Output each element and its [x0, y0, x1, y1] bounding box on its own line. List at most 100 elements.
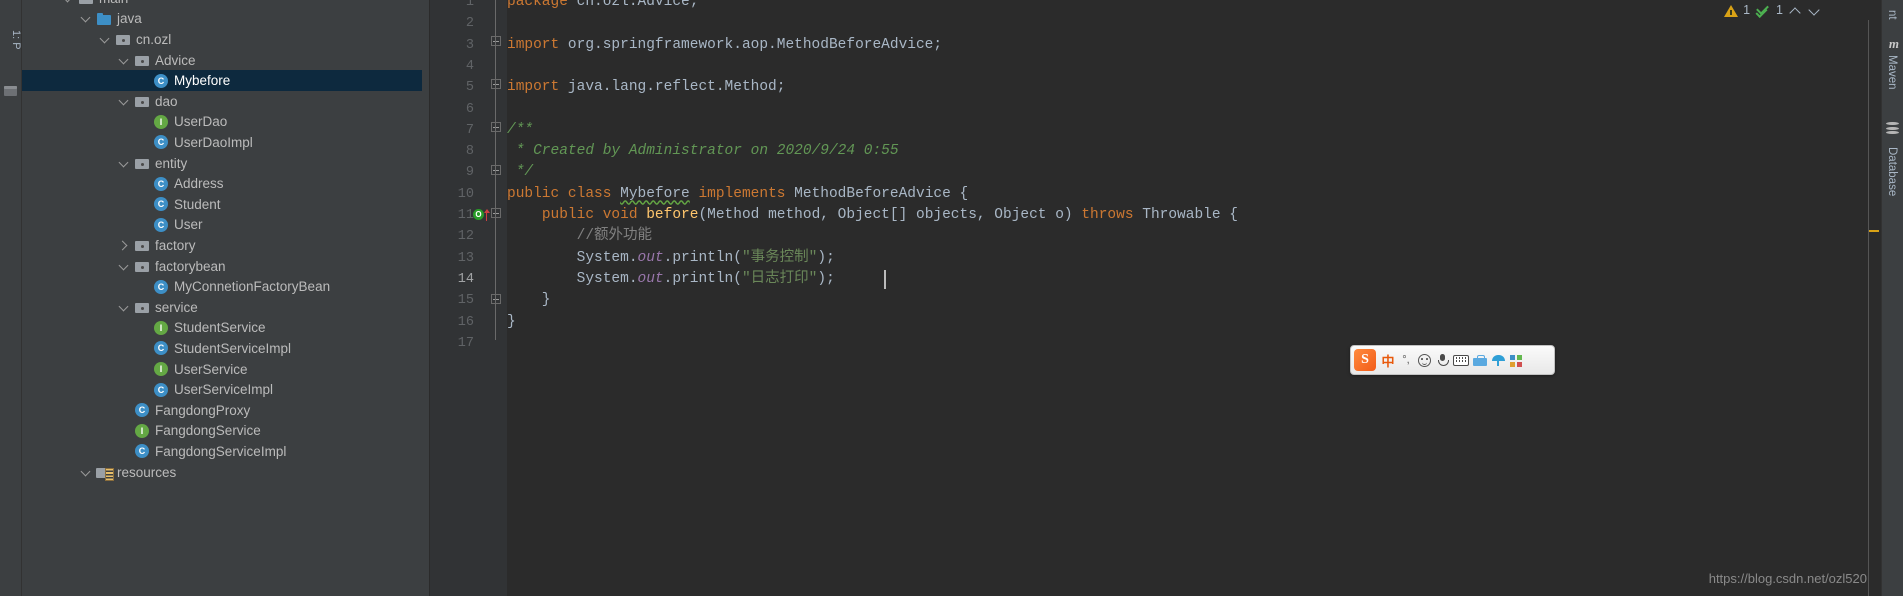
- line-number-7[interactable]: 7: [430, 120, 474, 141]
- code-line-5[interactable]: import java.lang.reflect.Method;: [507, 77, 1881, 98]
- overriding-method-marker[interactable]: O: [473, 208, 490, 222]
- chevron-down-icon[interactable]: [118, 260, 131, 273]
- code-line-16[interactable]: }: [507, 312, 1881, 333]
- tree-editor-splitter[interactable]: [422, 0, 430, 596]
- line-number-1[interactable]: 1: [430, 0, 474, 13]
- tree-item-service[interactable]: service: [22, 297, 422, 318]
- skin-icon[interactable]: [1489, 349, 1507, 371]
- code-line-14[interactable]: System.out.println("日志打印");: [507, 269, 1881, 290]
- chevron-down-icon[interactable]: [1807, 3, 1821, 17]
- code-line-1[interactable]: package cn.ozl.Advice;: [507, 0, 1881, 13]
- code-line-2[interactable]: [507, 13, 1881, 34]
- tree-item-studentservice[interactable]: StudentService: [22, 318, 422, 339]
- line-number-10[interactable]: 10: [430, 184, 474, 205]
- line-number-12[interactable]: 12: [430, 226, 474, 247]
- line-number-4[interactable]: 4: [430, 56, 474, 77]
- editor-marker-panel[interactable]: [1869, 20, 1881, 596]
- code-line-15[interactable]: }: [507, 290, 1881, 311]
- tree-item-address[interactable]: Address: [22, 173, 422, 194]
- tree-item-entity[interactable]: entity: [22, 153, 422, 174]
- chevron-right-icon[interactable]: [118, 239, 131, 252]
- emoji-icon[interactable]: [1415, 349, 1433, 371]
- chevron-down-icon[interactable]: [62, 0, 75, 5]
- tree-item-myconnetionfactorybean[interactable]: MyConnetionFactoryBean: [22, 276, 422, 297]
- tree-item-fangdongserviceimpl[interactable]: FangdongServiceImpl: [22, 441, 422, 462]
- warning-marker-tick[interactable]: [1869, 230, 1879, 232]
- tree-item-java[interactable]: java: [22, 9, 422, 30]
- fold-marker-method-end[interactable]: [491, 289, 502, 305]
- line-number-17[interactable]: 17: [430, 333, 474, 354]
- tree-item-fangdongservice[interactable]: FangdongService: [22, 421, 422, 442]
- chevron-up-icon[interactable]: [1788, 3, 1802, 17]
- code-line-8[interactable]: * Created by Administrator on 2020/9/24 …: [507, 141, 1881, 162]
- structure-icon[interactable]: [4, 84, 18, 96]
- code-line-13[interactable]: System.out.println("事务控制");: [507, 248, 1881, 269]
- tree-item-userdaoimpl[interactable]: UserDaoImpl: [22, 132, 422, 153]
- chevron-down-icon[interactable]: [118, 54, 131, 67]
- tree-item-mybefore[interactable]: Mybefore: [22, 70, 422, 91]
- chevron-down-icon[interactable]: [99, 33, 112, 46]
- fold-marker-import-region-end[interactable]: [491, 74, 502, 90]
- line-number-6[interactable]: 6: [430, 99, 474, 120]
- tree-item-user[interactable]: User: [22, 215, 422, 236]
- line-number-11[interactable]: 11: [430, 205, 474, 226]
- line-number-16[interactable]: 16: [430, 312, 474, 333]
- tool-window-ant[interactable]: nt: [1881, 2, 1903, 28]
- tree-item-resources[interactable]: resources: [22, 462, 422, 483]
- chevron-down-icon[interactable]: [118, 301, 131, 314]
- code-line-3[interactable]: import org.springframework.aop.MethodBef…: [507, 35, 1881, 56]
- fold-marker-javadoc[interactable]: [491, 122, 502, 137]
- code-line-11[interactable]: public void before(Method method, Object…: [507, 205, 1881, 226]
- voice-input-icon[interactable]: [1433, 349, 1451, 371]
- tree-item-studentserviceimpl[interactable]: StudentServiceImpl: [22, 338, 422, 359]
- code-line-7[interactable]: /**: [507, 120, 1881, 141]
- tree-item-factorybean[interactable]: factorybean: [22, 256, 422, 277]
- code-line-17[interactable]: [507, 333, 1881, 354]
- tree-item-userdao[interactable]: UserDao: [22, 112, 422, 133]
- chevron-down-icon[interactable]: [80, 12, 93, 25]
- soft-keyboard-icon[interactable]: [1451, 349, 1471, 371]
- code-line-9[interactable]: */: [507, 162, 1881, 183]
- line-number-8[interactable]: 8: [430, 141, 474, 162]
- toolbox-icon[interactable]: [1471, 349, 1489, 371]
- tree-item-fangdongproxy[interactable]: FangdongProxy: [22, 400, 422, 421]
- ime-language-mode-button[interactable]: 中: [1379, 349, 1397, 371]
- chevron-down-icon[interactable]: [118, 95, 131, 108]
- tree-item-student[interactable]: Student: [22, 194, 422, 215]
- halfwidth-fullwidth-icon[interactable]: °,: [1397, 349, 1415, 371]
- tool-window-maven[interactable]: Maven: [1881, 34, 1903, 110]
- tree-item-cn-ozl[interactable]: cn.ozl: [22, 29, 422, 50]
- tree-item-main[interactable]: main: [22, 0, 422, 9]
- line-number-14[interactable]: 14: [430, 269, 474, 290]
- tree-item-advice[interactable]: Advice: [22, 50, 422, 71]
- tool-window-database[interactable]: Database: [1881, 130, 1903, 214]
- tree-item-userserviceimpl[interactable]: UserServiceImpl: [22, 379, 422, 400]
- project-tree-panel[interactable]: main java cn.ozl Advice Mybefore dao UserDao Us…: [22, 0, 422, 596]
- line-number-15[interactable]: 15: [430, 290, 474, 311]
- code-line-6[interactable]: [507, 99, 1881, 120]
- sogou-ime-toolbar[interactable]: S 中 °,: [1350, 345, 1555, 375]
- sogou-logo-icon[interactable]: S: [1354, 349, 1376, 371]
- inspection-status-widget[interactable]: 1 1: [1724, 0, 1821, 20]
- line-number-9[interactable]: 9: [430, 162, 474, 183]
- tree-item-userservice[interactable]: UserService: [22, 359, 422, 380]
- line-number-5[interactable]: 5: [430, 77, 474, 98]
- code-line-4[interactable]: [507, 56, 1881, 77]
- fold-marker-import-region[interactable]: [491, 36, 502, 51]
- line-number-13[interactable]: 13: [430, 248, 474, 269]
- code-line-12[interactable]: //额外功能: [507, 226, 1881, 247]
- code-token: public class: [507, 185, 621, 202]
- fold-marker-method[interactable]: [491, 208, 502, 223]
- code-editor[interactable]: package cn.ozl.Advice; import org.springf…: [430, 0, 1881, 596]
- app-grid-icon[interactable]: [1507, 349, 1525, 371]
- chevron-down-icon[interactable]: [80, 466, 93, 479]
- code-line-10[interactable]: public class Mybefore implements MethodB…: [507, 184, 1881, 205]
- tool-window-project-tab[interactable]: 1: P: [0, 4, 22, 74]
- chevron-down-icon[interactable]: [118, 157, 131, 170]
- code-text-area[interactable]: package cn.ozl.Advice; import org.springf…: [507, 0, 1881, 596]
- tree-item-dao[interactable]: dao: [22, 91, 422, 112]
- tree-item-factory[interactable]: factory: [22, 235, 422, 256]
- line-number-2[interactable]: 2: [430, 13, 474, 34]
- line-number-3[interactable]: 3: [430, 35, 474, 56]
- fold-marker-javadoc-end[interactable]: [491, 160, 502, 176]
